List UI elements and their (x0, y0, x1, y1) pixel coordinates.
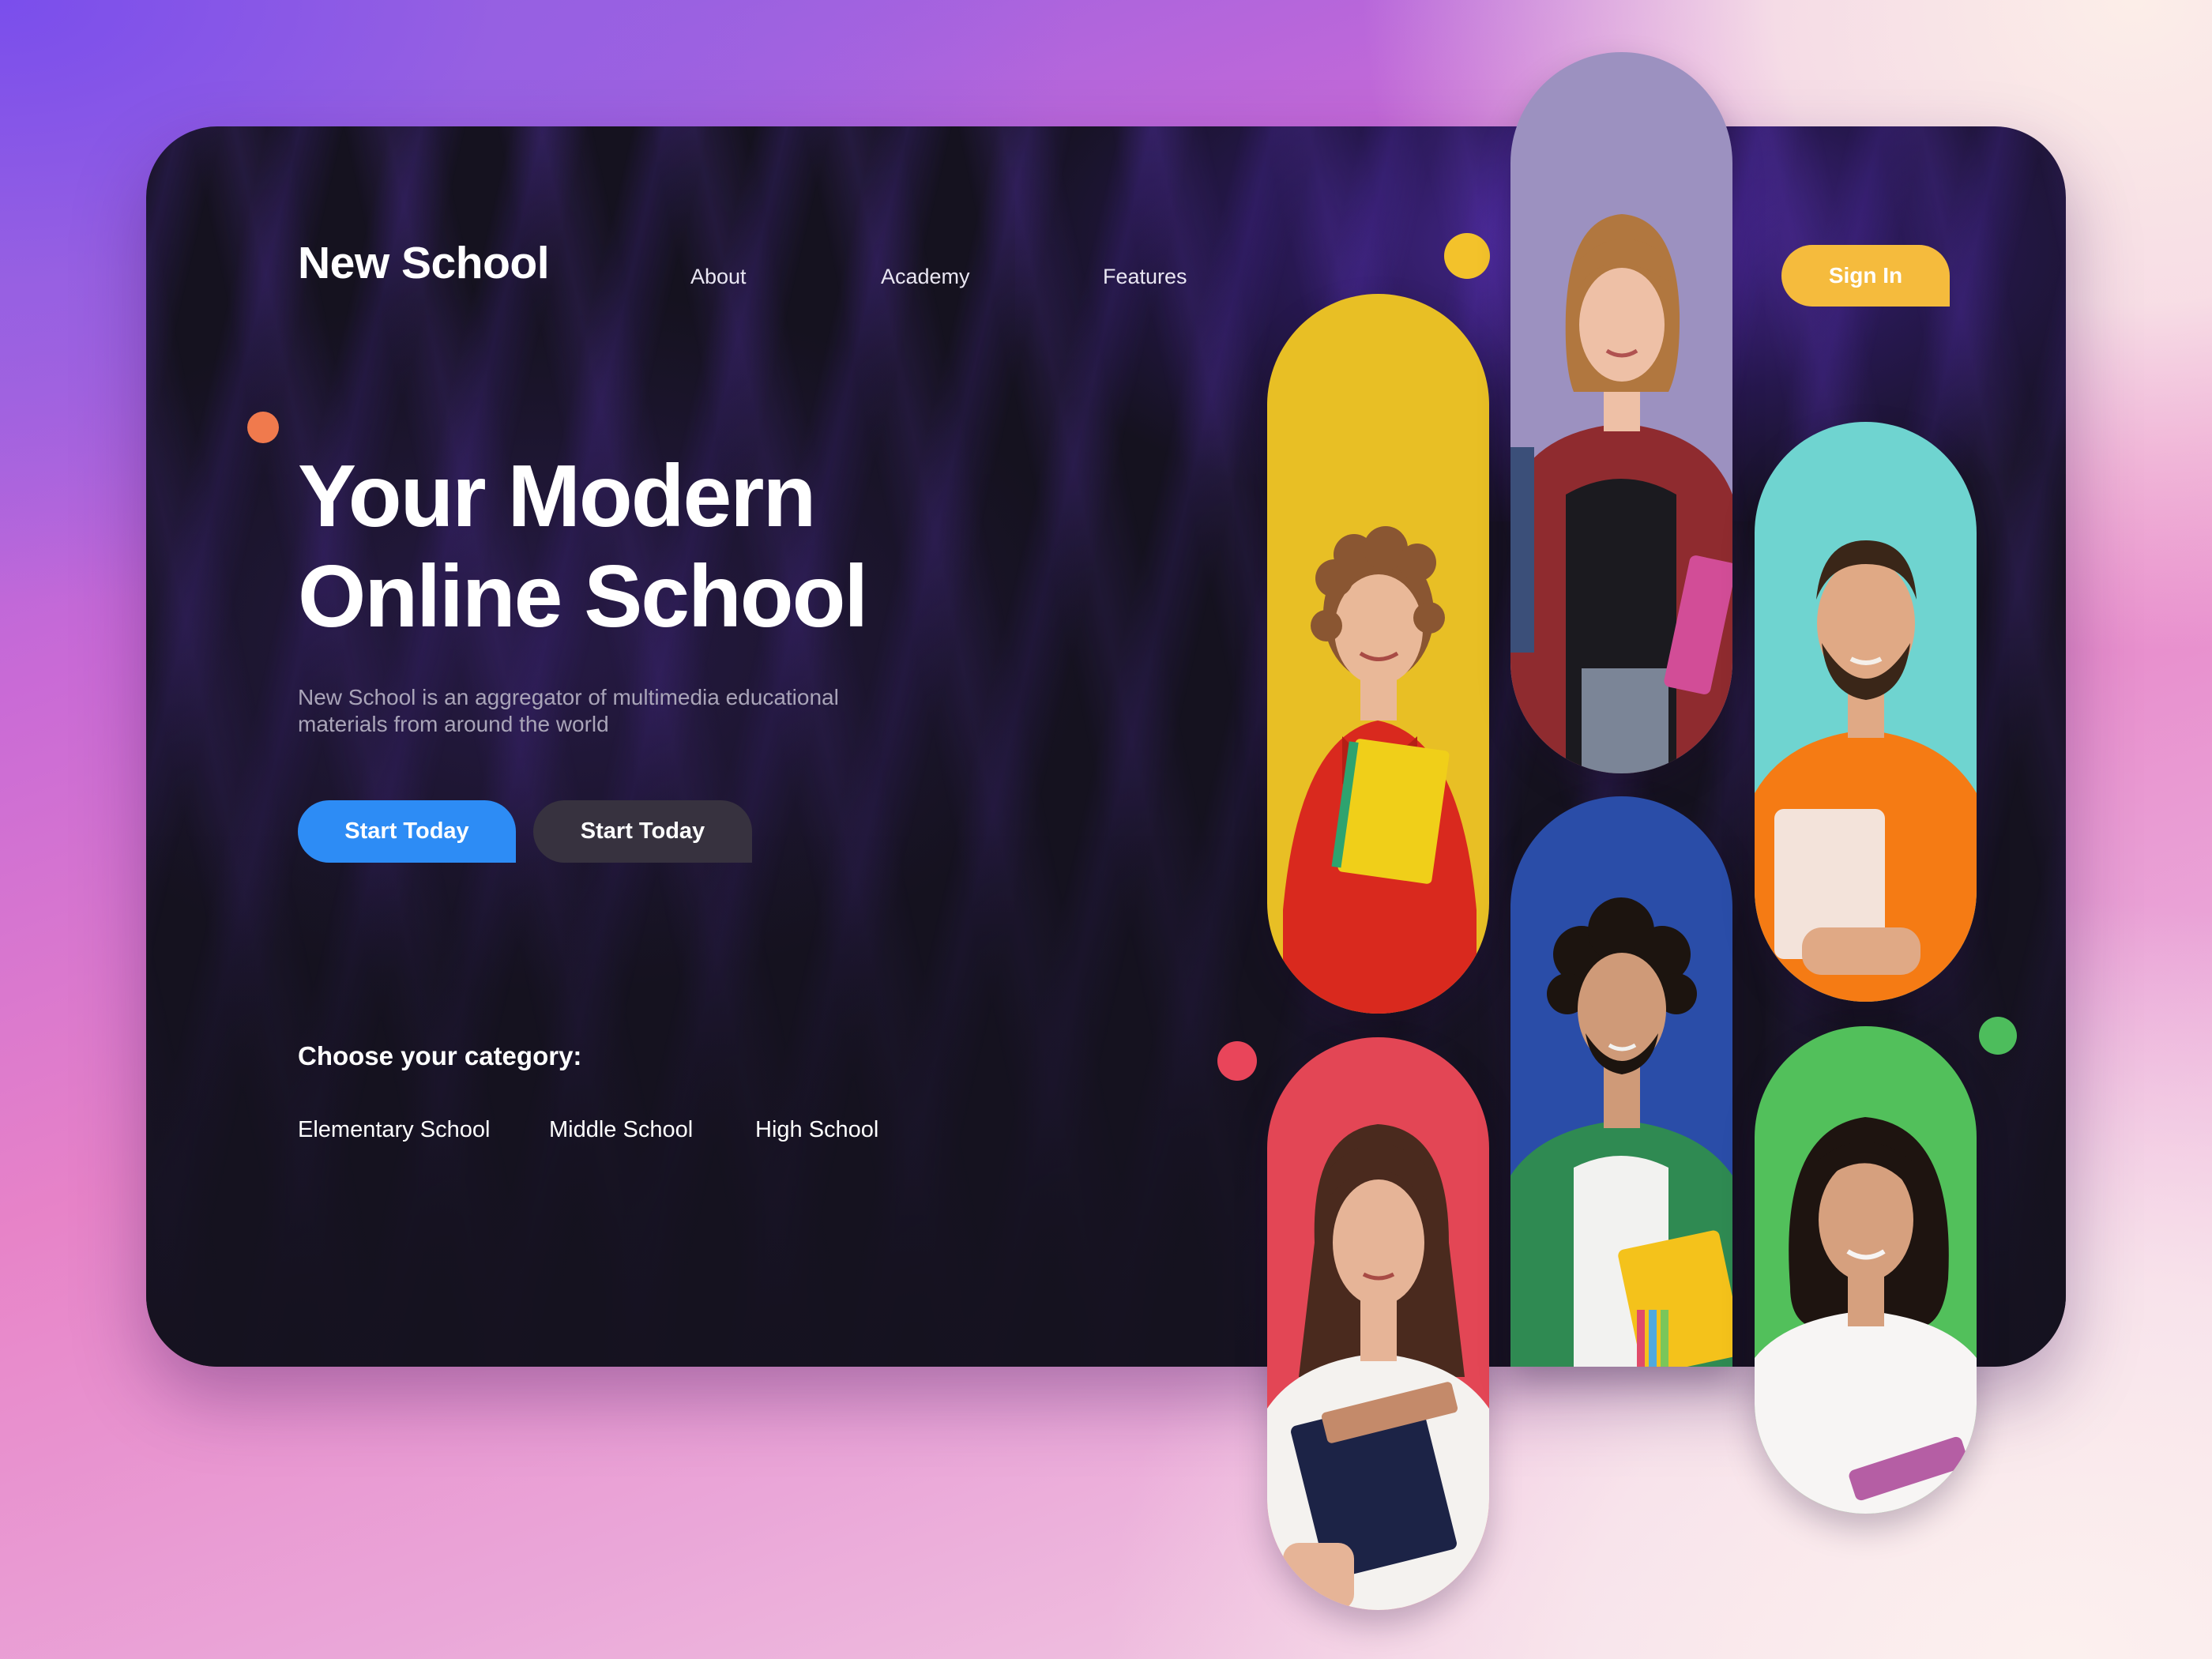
hero-title: Your Modern Online School (298, 446, 1088, 647)
hero-description: New School is an aggregator of multimedi… (298, 685, 839, 736)
student-photo-2 (1510, 52, 1732, 773)
nav-link-about[interactable]: About (690, 265, 747, 289)
start-today-button[interactable]: Start Today (298, 800, 516, 863)
site-logo[interactable]: New School (298, 237, 550, 289)
category-elementary-school[interactable]: Elementary School (298, 1117, 490, 1143)
decor-dot-yellow (1444, 233, 1490, 279)
student-photo-6 (1755, 1026, 1977, 1514)
hero-title-line-1: Your Modern (298, 447, 816, 545)
student-photo-3 (1267, 1037, 1489, 1610)
student-photo-5 (1755, 422, 1977, 1002)
nav-link-academy[interactable]: Academy (881, 265, 970, 289)
category-high-school[interactable]: High School (755, 1117, 878, 1143)
sign-in-button[interactable]: Sign In (1781, 245, 1950, 307)
decor-dot-red (1217, 1041, 1257, 1081)
student-photo-1 (1267, 294, 1489, 1014)
nav-link-features[interactable]: Features (1103, 265, 1187, 289)
decor-dot-orange (247, 412, 279, 443)
category-title: Choose your category: (298, 1041, 582, 1070)
decor-dot-green (1979, 1017, 2017, 1055)
hero-title-line-2: Online School (298, 547, 868, 645)
start-today-secondary-button[interactable]: Start Today (533, 800, 752, 863)
student-photo-4 (1510, 796, 1732, 1367)
category-middle-school[interactable]: Middle School (549, 1117, 693, 1143)
